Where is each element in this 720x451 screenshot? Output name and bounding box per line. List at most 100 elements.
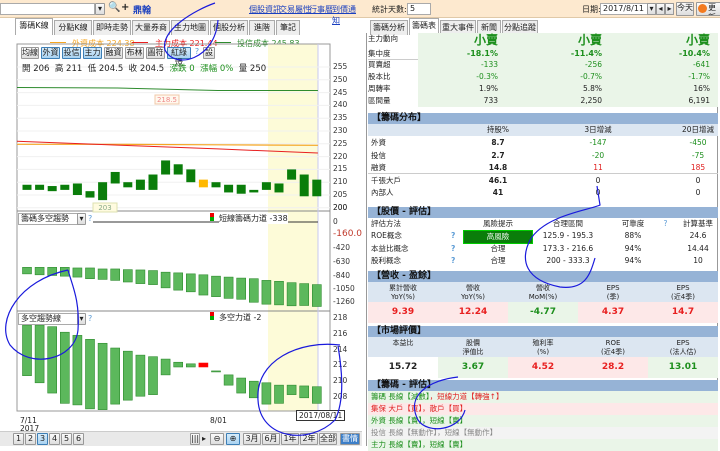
indicator1-bar: [286, 282, 297, 307]
toolbar-button-5[interactable]: 布林: [125, 47, 144, 59]
distribution-row: 千張大戶 46.1 0 0: [368, 175, 718, 187]
indicator1-tick: -840: [333, 271, 351, 280]
toolbar-button-7[interactable]: 紅綠燈: [167, 47, 191, 67]
prev-day-button[interactable]: ◂: [656, 3, 665, 15]
column-header: ROE (近4季): [601, 339, 625, 356]
indicator2-bar: [261, 382, 272, 405]
indicator1-bar: [173, 272, 183, 291]
indicator1-bar: [249, 278, 259, 303]
valuation-row: 本益比概念? 合理 173.3 - 216.6 94% 14.44: [368, 243, 718, 255]
column-header: ?: [663, 219, 668, 228]
range-button-4[interactable]: 全部: [319, 433, 337, 445]
page-button-2[interactable]: 2: [25, 433, 36, 445]
indicator1-select[interactable]: 籌碼多空趨勢: [18, 213, 78, 225]
price-tick: 220: [333, 151, 348, 161]
indicator1-bar: [22, 267, 32, 275]
price-tick: 230: [333, 126, 348, 135]
distribution-value: 11: [593, 163, 603, 172]
refresh-label: 更新: [708, 3, 716, 15]
indicator2-bar: [148, 356, 158, 395]
page-button-3[interactable]: 3: [37, 433, 48, 445]
indicator1-bar: [274, 281, 284, 306]
toolbar-button-1[interactable]: 外資: [41, 47, 60, 59]
date-dropdown[interactable]: ▾: [647, 3, 656, 15]
summary-value: 6,191: [688, 96, 710, 105]
low-annotation: 203: [98, 204, 111, 212]
chip-eval-line: 籌碼 長線【減數】，短線力道【轉強↑】: [368, 391, 718, 403]
date-label: 日期:: [582, 5, 601, 14]
next-day-button[interactable]: ▸: [665, 3, 674, 15]
column-header: EPS (季): [606, 284, 620, 301]
page-button-4[interactable]: 4: [49, 433, 60, 445]
detail-button[interactable]: 書情: [340, 433, 360, 445]
candle: [173, 164, 183, 175]
calc-base: 10: [693, 256, 703, 265]
summary-value: -0.3%: [476, 72, 498, 81]
chip-eval-line: 主力 長線【賣】，短線【賣】: [368, 439, 718, 451]
metric-value: 4.37: [578, 302, 648, 323]
indicator2-select[interactable]: 多空趨勢線: [18, 313, 78, 325]
range-button-0[interactable]: 3月: [243, 433, 261, 445]
indicator2-dropdown[interactable]: ▾: [77, 313, 86, 325]
distribution-row: 外資 8.7 -147 -450: [368, 137, 718, 149]
help-icon[interactable]: ?: [451, 255, 455, 267]
distribution-row: 投信 2.7 -20 -75: [368, 150, 718, 162]
range-button-2[interactable]: 1年: [281, 433, 299, 445]
fair-range: 200 - 333.3: [546, 256, 590, 265]
ohlc-low: 低 204.5: [87, 64, 124, 74]
today-button[interactable]: 今天: [676, 2, 694, 16]
refresh-icon: [698, 4, 707, 13]
help-icon[interactable]: ?: [88, 214, 92, 223]
help-icon[interactable]: ?: [451, 243, 455, 255]
zoom-in-icon[interactable]: ⊕: [226, 433, 240, 445]
toolbar-button-3[interactable]: 主力: [83, 47, 102, 59]
indicator1-dropdown[interactable]: ▾: [77, 213, 86, 225]
days-label: 統計天數:: [372, 5, 407, 14]
range-button-3[interactable]: 2年: [300, 433, 318, 445]
candle: [261, 182, 271, 190]
indicator1-bar: [160, 271, 171, 289]
right-toolbar: 統計天數: 5 日期: 2017/8/11 ▾ ◂ ▸ 今天 更新: [362, 0, 720, 18]
page-button-5[interactable]: 5: [61, 433, 72, 445]
toolbar-button-6[interactable]: 圖符: [146, 47, 165, 59]
valuation-row: 股利概念? 合理 200 - 333.3 94% 10: [368, 255, 718, 267]
summary-value: -133: [480, 60, 498, 69]
indicator2-tick: 208: [333, 392, 348, 401]
candle: [135, 179, 145, 190]
toolbar-button-0[interactable]: 均線: [21, 47, 39, 59]
indicator1-bar: [261, 280, 272, 305]
indicator2-bar: [135, 354, 146, 397]
toolbar-button-4[interactable]: 融資: [104, 47, 123, 59]
candle: [60, 184, 70, 190]
page-button-1[interactable]: 1: [13, 433, 24, 445]
days-select[interactable]: 5: [407, 3, 431, 15]
refresh-button[interactable]: 更新: [696, 2, 720, 16]
toolbar-button-2[interactable]: 投信: [62, 47, 81, 59]
column-header: 評估方法: [371, 219, 401, 228]
indicator2-bar: [311, 386, 322, 404]
scroll-right-icon[interactable]: ▸: [202, 434, 206, 443]
candle: [123, 182, 133, 188]
column-header: 累計營收 YoY(%): [389, 284, 417, 301]
chip-eval-line: 外資 長線【賣】，短線【賣】: [368, 415, 718, 427]
help-icon[interactable]: ?: [88, 314, 92, 323]
indicator2-tick: 212: [333, 360, 348, 370]
indicator1-bar: [34, 267, 45, 276]
column-header: 營收 YoY(%): [460, 284, 486, 301]
page-button-6[interactable]: 6: [73, 433, 84, 445]
toolbar-button-9[interactable]: 設: [203, 47, 215, 59]
indicator1-bar: [59, 267, 70, 277]
help-icon[interactable]: ?: [451, 230, 455, 242]
indicator1-bar: [236, 277, 246, 300]
range-button-1[interactable]: 6月: [262, 433, 280, 445]
scroll-handle[interactable]: |||: [190, 433, 200, 445]
column-header: 殖利率 (%): [532, 339, 554, 356]
summary-value: 5.8%: [582, 84, 602, 93]
summary-value: 小賣: [577, 33, 602, 47]
toolbar-button-8[interactable]: ?: [193, 47, 201, 59]
distribution-value: 0: [595, 175, 601, 185]
zoom-out-icon[interactable]: ⊖: [210, 433, 224, 445]
calc-base: 24.6: [689, 231, 707, 240]
risk-badge: 合理: [490, 256, 506, 265]
section-distribution: 【籌碼分布】: [368, 113, 718, 124]
